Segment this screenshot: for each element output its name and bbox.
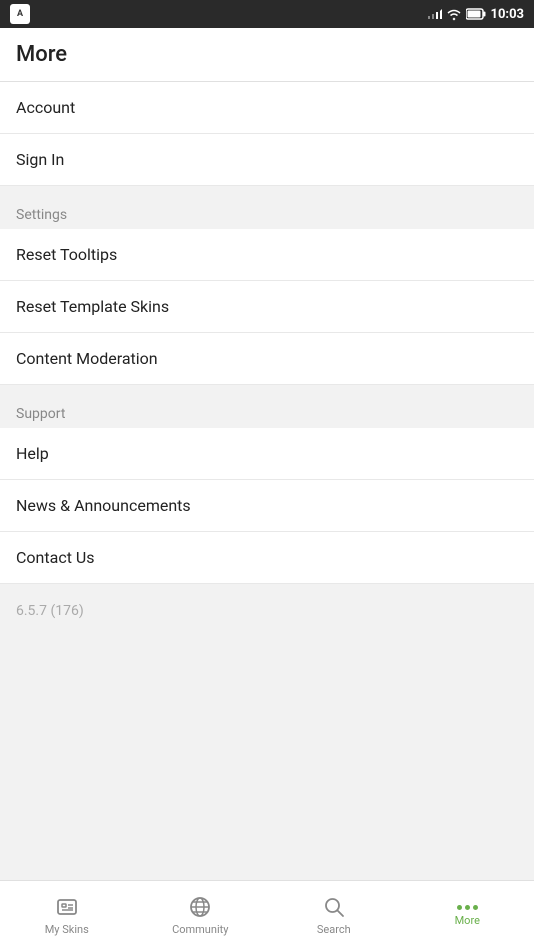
battery-icon (466, 8, 486, 20)
nav-item-more[interactable]: More (401, 881, 534, 950)
support-header-label: Support (16, 406, 65, 422)
menu-item-account[interactable]: Account (0, 82, 534, 134)
menu-item-sign-in[interactable]: Sign In (0, 134, 534, 186)
nav-item-my-skins[interactable]: My Skins (0, 881, 134, 950)
bottom-nav: My Skins Community Search More (0, 880, 534, 950)
nav-item-community[interactable]: Community (134, 881, 268, 950)
wifi-icon (447, 7, 461, 21)
nav-label-search: Search (317, 923, 351, 936)
menu-item-news-announcements[interactable]: News & Announcements (0, 480, 534, 532)
menu-item-reset-tooltips[interactable]: Reset Tooltips (0, 229, 534, 281)
menu-item-content-moderation-label: Content Moderation (16, 349, 158, 368)
page-title: More (16, 42, 67, 67)
menu-item-reset-template-skins[interactable]: Reset Template Skins (0, 281, 534, 333)
nav-label-community: Community (172, 923, 228, 936)
main-content: More Account Sign In Settings Reset Tool… (0, 28, 534, 880)
page-title-bar: More (0, 28, 534, 82)
menu-item-news-announcements-label: News & Announcements (16, 496, 191, 515)
menu-item-content-moderation[interactable]: Content Moderation (0, 333, 534, 385)
status-bar-right: 10:03 (428, 7, 525, 22)
version-area: 6.5.7 (176) (0, 584, 534, 635)
settings-header-label: Settings (16, 207, 67, 223)
section-divider-2 (0, 385, 534, 393)
time-display: 10:03 (491, 7, 525, 22)
settings-section-header: Settings (0, 194, 534, 229)
community-icon (188, 895, 212, 919)
skins-icon (55, 895, 79, 919)
menu-item-help-label: Help (16, 444, 49, 463)
status-bar: A 10:03 (0, 0, 534, 28)
nav-item-search[interactable]: Search (267, 881, 401, 950)
nav-label-more: More (455, 914, 480, 927)
support-section-header: Support (0, 393, 534, 428)
menu-list: Account Sign In Settings Reset Tooltips … (0, 82, 534, 880)
search-icon (322, 895, 346, 919)
store-icon: A (10, 4, 30, 24)
menu-item-contact-us-label: Contact Us (16, 548, 95, 567)
menu-item-reset-tooltips-label: Reset Tooltips (16, 245, 117, 264)
menu-item-account-label: Account (16, 98, 75, 117)
menu-item-help[interactable]: Help (0, 428, 534, 480)
nav-label-my-skins: My Skins (45, 923, 89, 936)
menu-item-sign-in-label: Sign In (16, 150, 64, 169)
menu-item-reset-template-skins-label: Reset Template Skins (16, 297, 169, 316)
signal-icon (428, 7, 442, 21)
version-text: 6.5.7 (176) (16, 603, 84, 619)
section-divider-1 (0, 186, 534, 194)
menu-item-contact-us[interactable]: Contact Us (0, 532, 534, 584)
status-bar-left: A (10, 4, 30, 24)
more-icon (457, 905, 478, 910)
